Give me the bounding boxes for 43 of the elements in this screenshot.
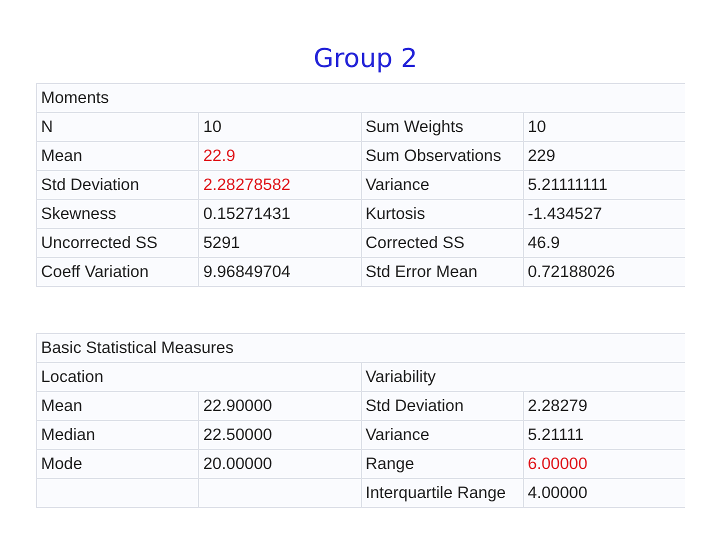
table-cell: -1.434527 [522, 200, 685, 229]
row-label: Interquartile Range [360, 479, 523, 508]
row-label: Median [36, 421, 198, 450]
table-cell: 9.96849704 [198, 258, 360, 287]
table-cell: 6.00000 [522, 450, 685, 479]
row-label: Mean [36, 142, 198, 171]
table-cell: 10 [522, 113, 685, 142]
table-cell: 2.28278582 [198, 171, 360, 200]
table-cell: 5.21111111 [522, 171, 685, 200]
row-label: Uncorrected SS [36, 229, 198, 258]
row-label: Std Deviation [360, 392, 523, 421]
table-cell: 22.9 [198, 142, 360, 171]
row-label: Sum Weights [360, 113, 523, 142]
row-label: Mode [36, 450, 198, 479]
row-label: Kurtosis [360, 200, 523, 229]
row-label: Mean [36, 392, 198, 421]
table-cell: 2.28279 [522, 392, 685, 421]
row-label: Variance [360, 421, 523, 450]
row-label: Std Error Mean [360, 258, 523, 287]
table-cell: 0.15271431 [198, 200, 360, 229]
slide-title: Group 2 [312, 44, 418, 74]
row-label: Sum Observations [360, 142, 523, 171]
table-cell: 10 [198, 113, 360, 142]
row-label: Variance [360, 171, 523, 200]
column-group-header: Variability [360, 363, 685, 392]
row-label: Skewness [36, 200, 198, 229]
table-cell: 4.00000 [522, 479, 685, 508]
table-caption: Basic Statistical Measures [36, 334, 685, 363]
table-cell: 5.21111 [522, 421, 685, 450]
table-cell: 0.72188026 [522, 258, 685, 287]
row-label: Corrected SS [360, 229, 523, 258]
table-cell: 22.50000 [198, 421, 360, 450]
column-group-header: Location [36, 363, 360, 392]
row-label: Range [360, 450, 523, 479]
table-cell: 5291 [198, 229, 360, 258]
row-label: Coeff Variation [36, 258, 198, 287]
row-label: N [36, 113, 198, 142]
table-cell: 229 [522, 142, 685, 171]
table-caption: Moments [36, 84, 685, 113]
table-cell: 46.9 [522, 229, 685, 258]
row-label: Std Deviation [36, 171, 198, 200]
table-cell: 22.90000 [198, 392, 360, 421]
table-cell: 20.00000 [198, 450, 360, 479]
